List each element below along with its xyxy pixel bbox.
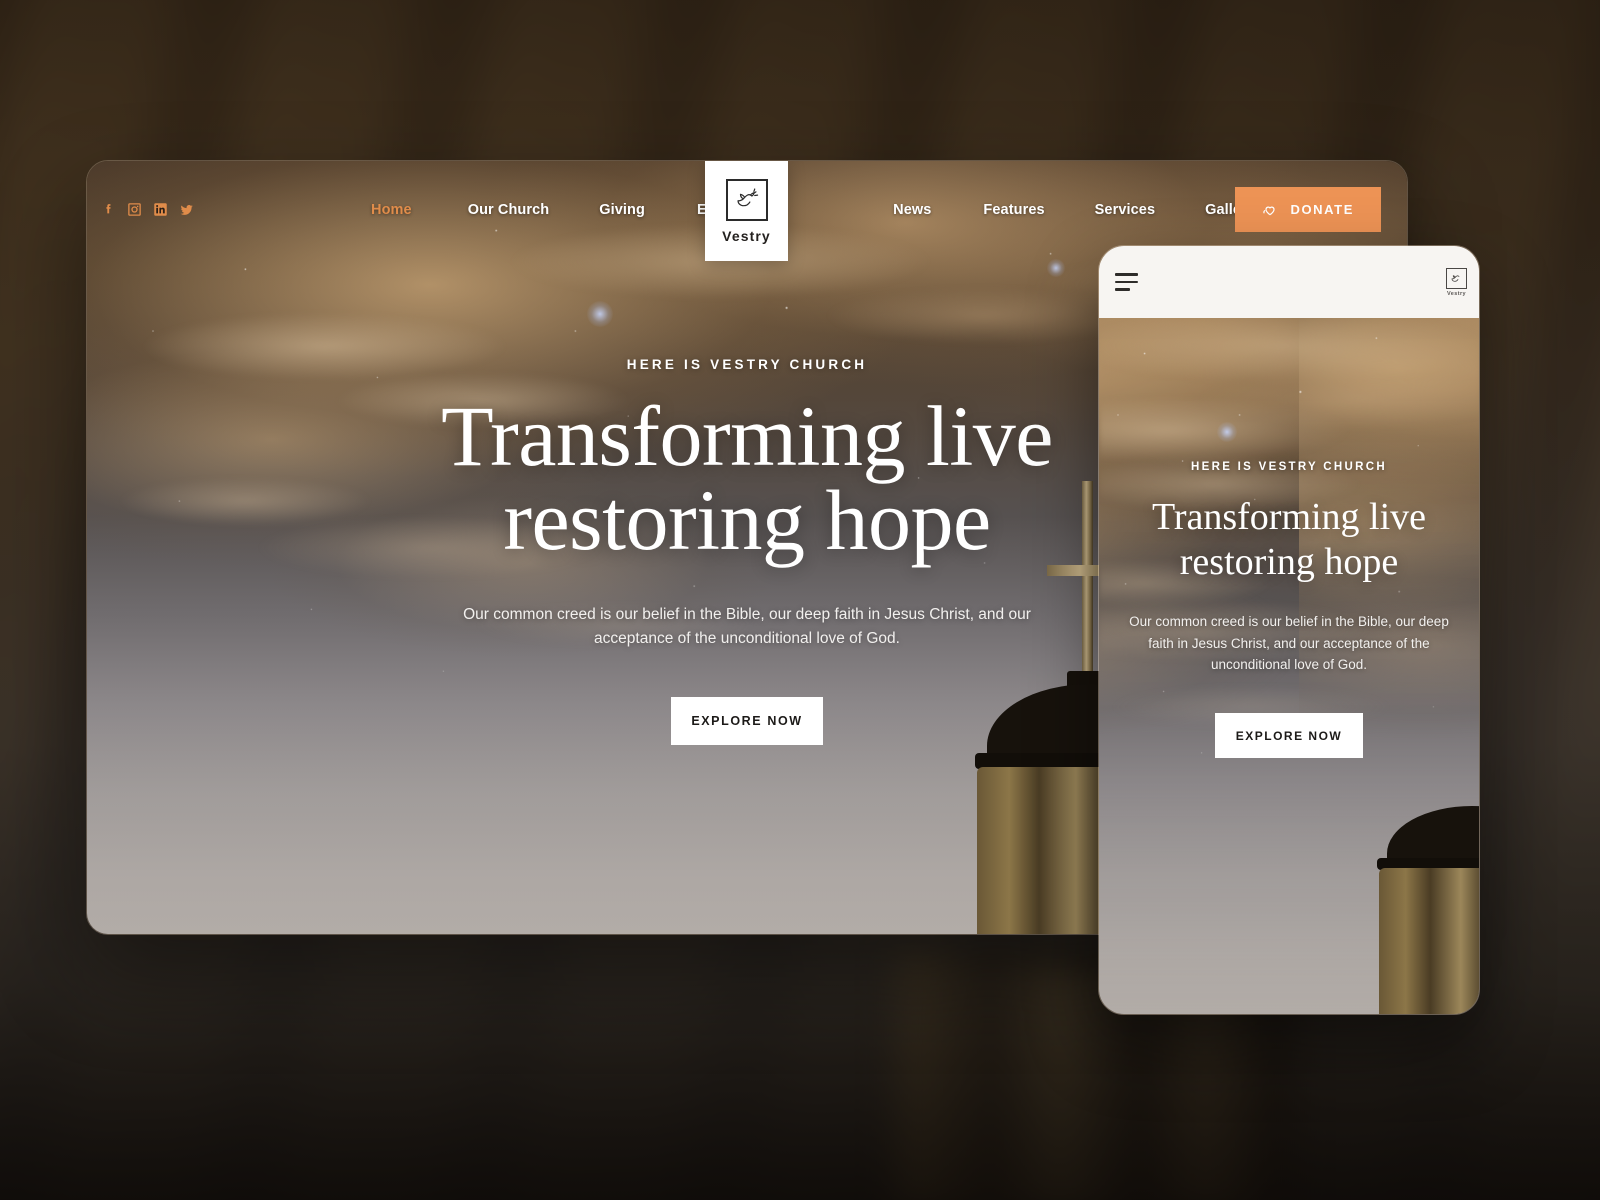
facebook-icon[interactable]: [101, 202, 116, 217]
nav-item-our-church[interactable]: Our Church: [468, 202, 550, 218]
donate-label: DONATE: [1290, 202, 1354, 217]
desktop-navbar: Home Our Church Giving Events News Featu…: [87, 161, 1407, 261]
mobile-hero-eyebrow: HERE IS VESTRY CHURCH: [1191, 461, 1387, 473]
explore-now-button[interactable]: EXPLORE NOW: [671, 696, 823, 745]
linkedin-icon[interactable]: [153, 202, 168, 217]
nav-item-features[interactable]: Features: [983, 202, 1044, 218]
mobile-explore-now-button[interactable]: EXPLORE NOW: [1215, 713, 1363, 759]
hamburger-icon[interactable]: [1115, 273, 1141, 291]
mobile-hero-star-glow: [1217, 422, 1237, 442]
site-logo[interactable]: Vestry: [705, 161, 788, 261]
hero-star-glow: [587, 301, 613, 327]
instagram-icon[interactable]: [127, 202, 142, 217]
logo-wordmark: Vestry: [722, 227, 771, 244]
mobile-logo-wordmark: Vestry: [1447, 290, 1466, 297]
page-root: Home Our Church Giving Events News Featu…: [0, 0, 1600, 1200]
heart-hands-icon: [1262, 202, 1278, 218]
twitter-icon[interactable]: [179, 202, 194, 217]
nav-item-giving[interactable]: Giving: [599, 202, 645, 218]
hero-headline: Transforming live restoring hope: [297, 388, 1197, 569]
mobile-hero: HERE IS VESTRY CHURCH Transforming live …: [1099, 461, 1479, 759]
mobile-hero-subtext: Our common creed is our belief in the Bi…: [1129, 613, 1449, 673]
nav-item-home[interactable]: Home: [371, 202, 412, 218]
nav-item-news[interactable]: News: [893, 202, 931, 218]
social-links: [101, 202, 194, 217]
mobile-site-logo[interactable]: Vestry: [1446, 267, 1467, 297]
donate-button[interactable]: DONATE: [1235, 187, 1381, 232]
hero-headline-line2: restoring hope: [503, 472, 991, 569]
dove-icon: [725, 178, 768, 221]
mobile-hero-headline: Transforming live restoring hope: [1115, 495, 1463, 585]
hero-headline-line1: Transforming live: [441, 388, 1053, 484]
mobile-navbar: Vestry: [1099, 246, 1479, 318]
mobile-hero-headline-line2: restoring hope: [1179, 540, 1399, 583]
desktop-menu: Home Our Church Giving Events News Featu…: [371, 202, 1255, 218]
mobile-hero-headline-line1: Transforming live: [1151, 496, 1427, 538]
dove-icon: [1446, 267, 1467, 289]
nav-item-services[interactable]: Services: [1095, 202, 1155, 218]
mobile-mockup: Vestry HERE IS VESTRY CHURCH Transformin…: [1098, 245, 1480, 1015]
hero-star-glow-2: [1047, 259, 1065, 277]
hero-subtext: Our common creed is our belief in the Bi…: [463, 605, 1031, 647]
